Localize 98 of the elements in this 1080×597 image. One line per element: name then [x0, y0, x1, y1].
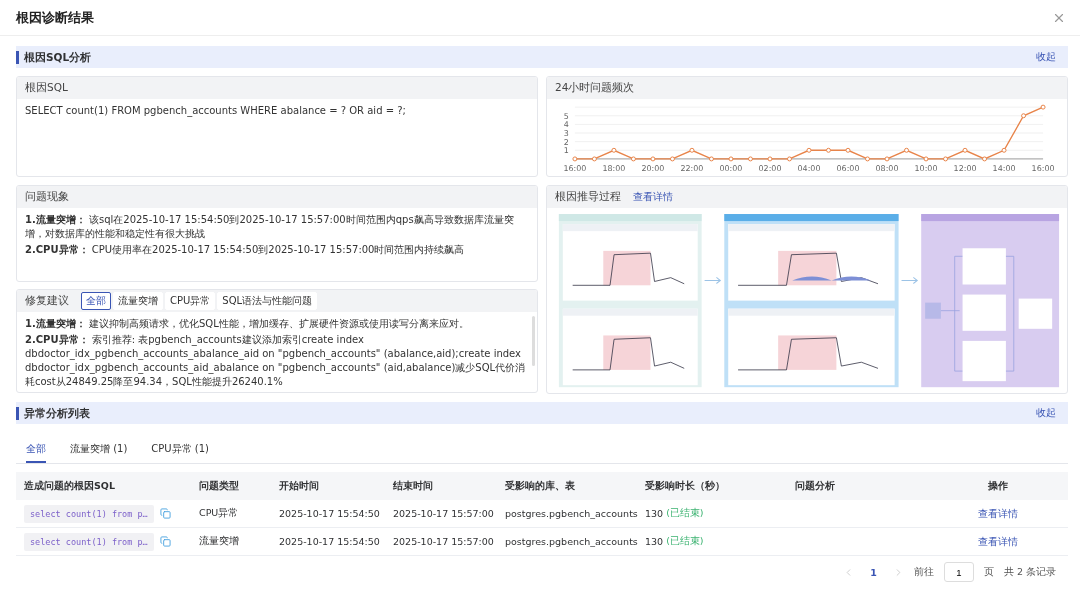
- page-input[interactable]: 1: [943, 562, 974, 583]
- data-point: [904, 147, 909, 153]
- status-text: (已结束): [666, 507, 704, 521]
- data-point: [806, 147, 812, 153]
- x-tick-label: 12:00: [953, 163, 977, 173]
- page-number[interactable]: 1: [864, 565, 883, 579]
- symptom-text: 2.CPU异常： CPU使用率在2025-10-17 15:54:50到2025-10-17 15:57:00时间范围内持续飙高: [25, 243, 466, 257]
- x-tick-label: 10:00: [914, 163, 938, 173]
- scrollbar[interactable]: [532, 316, 535, 366]
- table-cell: 2025-10-17 15:57:00: [393, 536, 494, 548]
- data-point: [748, 156, 753, 162]
- card-title: 修复建议: [25, 294, 69, 308]
- column-header: 结束时间: [385, 472, 497, 501]
- collapse-link[interactable]: 收起: [1036, 50, 1056, 64]
- y-tick-label: 4: [563, 120, 569, 130]
- data-point: [669, 156, 675, 162]
- sql-text: SELECT count(1) FROM pgbench_accounts WHERE abalance = ? OR aid = ?;: [25, 104, 407, 118]
- details-link[interactable]: 查看详情: [977, 534, 1018, 549]
- x-tick-label: 22:00: [680, 163, 704, 173]
- suggestion-text: 1.流量突增： 建议抑制高频请求，优化SQL性能，增加缓存、扩展硬件资源或使用读写分离来应对。: [25, 317, 470, 331]
- table-cell: 2025-10-17 15:54:50: [279, 536, 380, 548]
- data-point: [728, 156, 734, 162]
- data-point: [884, 156, 890, 162]
- table-cell: 流量突增: [199, 535, 239, 549]
- symptom-text: 1.流量突增： 该sql在2025-10-17 15:54:50到2025-10-17 15:57:00时间范围内qps飙高导致数据库流量突增，对数据库的性能和稳定性有很大挑战: [25, 213, 515, 241]
- x-tick-label: 18:00: [602, 163, 626, 173]
- total-count: 共 2 条记录: [1003, 565, 1056, 579]
- card-title: 根因推导过程: [555, 190, 621, 204]
- card-title: 根因SQL: [25, 81, 68, 95]
- column-header: 受影响时长（秒）: [637, 472, 787, 501]
- x-tick-label: 02:00: [758, 163, 782, 173]
- x-tick-label: 20:00: [641, 163, 665, 173]
- y-tick-label: 3: [563, 129, 569, 138]
- collapse-link[interactable]: 收起: [1036, 406, 1056, 421]
- column-header: 操作: [927, 472, 1068, 501]
- column-header: 问题类型: [191, 472, 271, 501]
- table-cell: CPU异常: [199, 507, 239, 521]
- data-point: [962, 147, 968, 153]
- column-header: 受影响的库、表: [497, 472, 637, 501]
- data-point: [630, 156, 636, 162]
- data-point: [865, 156, 870, 162]
- table-cell: 130: [645, 508, 664, 520]
- sql-snippet: select count(1) from p…: [24, 532, 154, 551]
- table-cell: postgres.pgbench_accounts: [505, 536, 638, 548]
- filter-tab[interactable]: 全部: [26, 438, 46, 464]
- copy-icon[interactable]: [159, 508, 171, 520]
- data-point: [826, 147, 831, 153]
- table-cell: 2025-10-17 15:57:00: [393, 508, 494, 520]
- filter-tab[interactable]: SQL语法与性能问题: [217, 292, 318, 310]
- data-point: [708, 156, 714, 162]
- data-point: [943, 156, 949, 162]
- card-title: 24小时问题频次: [555, 81, 635, 95]
- details-link[interactable]: 查看详情: [977, 506, 1018, 521]
- filter-tab[interactable]: 流量突增 (1): [70, 438, 128, 464]
- section-title: 根因SQL分析: [16, 50, 92, 64]
- card-title: 问题现象: [25, 190, 69, 204]
- data-point: [1021, 113, 1027, 119]
- x-tick-label: 16:00: [563, 163, 587, 173]
- data-point: [787, 156, 792, 162]
- data-point: [591, 156, 597, 162]
- data-point: [767, 156, 773, 162]
- y-tick-label: 1: [563, 146, 569, 156]
- suggestion-text: 2.CPU异常： 索引推荐: 表pgbench_accounts建议添加索引create index dbdoctor_idx_pgbench_accounts_abalance_aid on "pgbench_accounts" (abalance,aid);create index dbdoctor_idx_pgbench_accounts_aid_abalance on "pgbench_accounts" (aid,abalance)减少SQL代价消耗cost从24849.25降至94.34，SQL性能提升26240.1%: [25, 333, 527, 389]
- y-tick-label: 5: [563, 111, 569, 121]
- page-unit: 页: [983, 565, 994, 579]
- data-point: [1040, 104, 1046, 110]
- data-point: [611, 147, 617, 153]
- filter-tab[interactable]: 流量突增: [113, 292, 163, 310]
- data-point: [689, 147, 695, 153]
- x-tick-label: 00:00: [719, 163, 743, 173]
- x-tick-label: 16:00: [1031, 163, 1055, 173]
- data-point: [923, 156, 929, 162]
- goto-label: 前往: [913, 565, 934, 579]
- table-cell: 2025-10-17 15:54:50: [279, 508, 380, 520]
- column-header: 问题分析: [787, 472, 927, 501]
- column-header: 造成问题的根因SQL: [16, 472, 191, 501]
- x-tick-label: 08:00: [875, 163, 899, 173]
- data-point: [572, 156, 578, 162]
- filter-tab[interactable]: 全部: [81, 292, 111, 310]
- data-point: [982, 156, 988, 162]
- column-header: 开始时间: [271, 472, 385, 501]
- data-point: [650, 156, 656, 162]
- data-point: [845, 147, 851, 153]
- sql-snippet: select count(1) from p…: [24, 504, 154, 523]
- filter-tab[interactable]: CPU异常: [165, 292, 216, 310]
- table-cell: 130: [645, 536, 664, 548]
- section-title: 异常分析列表: [16, 406, 90, 420]
- y-tick-label: 2: [563, 137, 569, 147]
- details-link[interactable]: 查看详情: [633, 190, 673, 204]
- copy-icon[interactable]: [159, 536, 171, 548]
- data-point: [1001, 147, 1007, 153]
- x-tick-label: 14:00: [992, 163, 1016, 173]
- filter-tab[interactable]: CPU异常 (1): [151, 438, 210, 464]
- status-text: (已结束): [666, 535, 704, 549]
- x-tick-label: 06:00: [836, 163, 860, 173]
- dialog-title: 根因诊断结果: [16, 8, 94, 27]
- x-tick-label: 04:00: [797, 163, 821, 173]
- table-cell: postgres.pgbench_accounts: [505, 508, 638, 520]
